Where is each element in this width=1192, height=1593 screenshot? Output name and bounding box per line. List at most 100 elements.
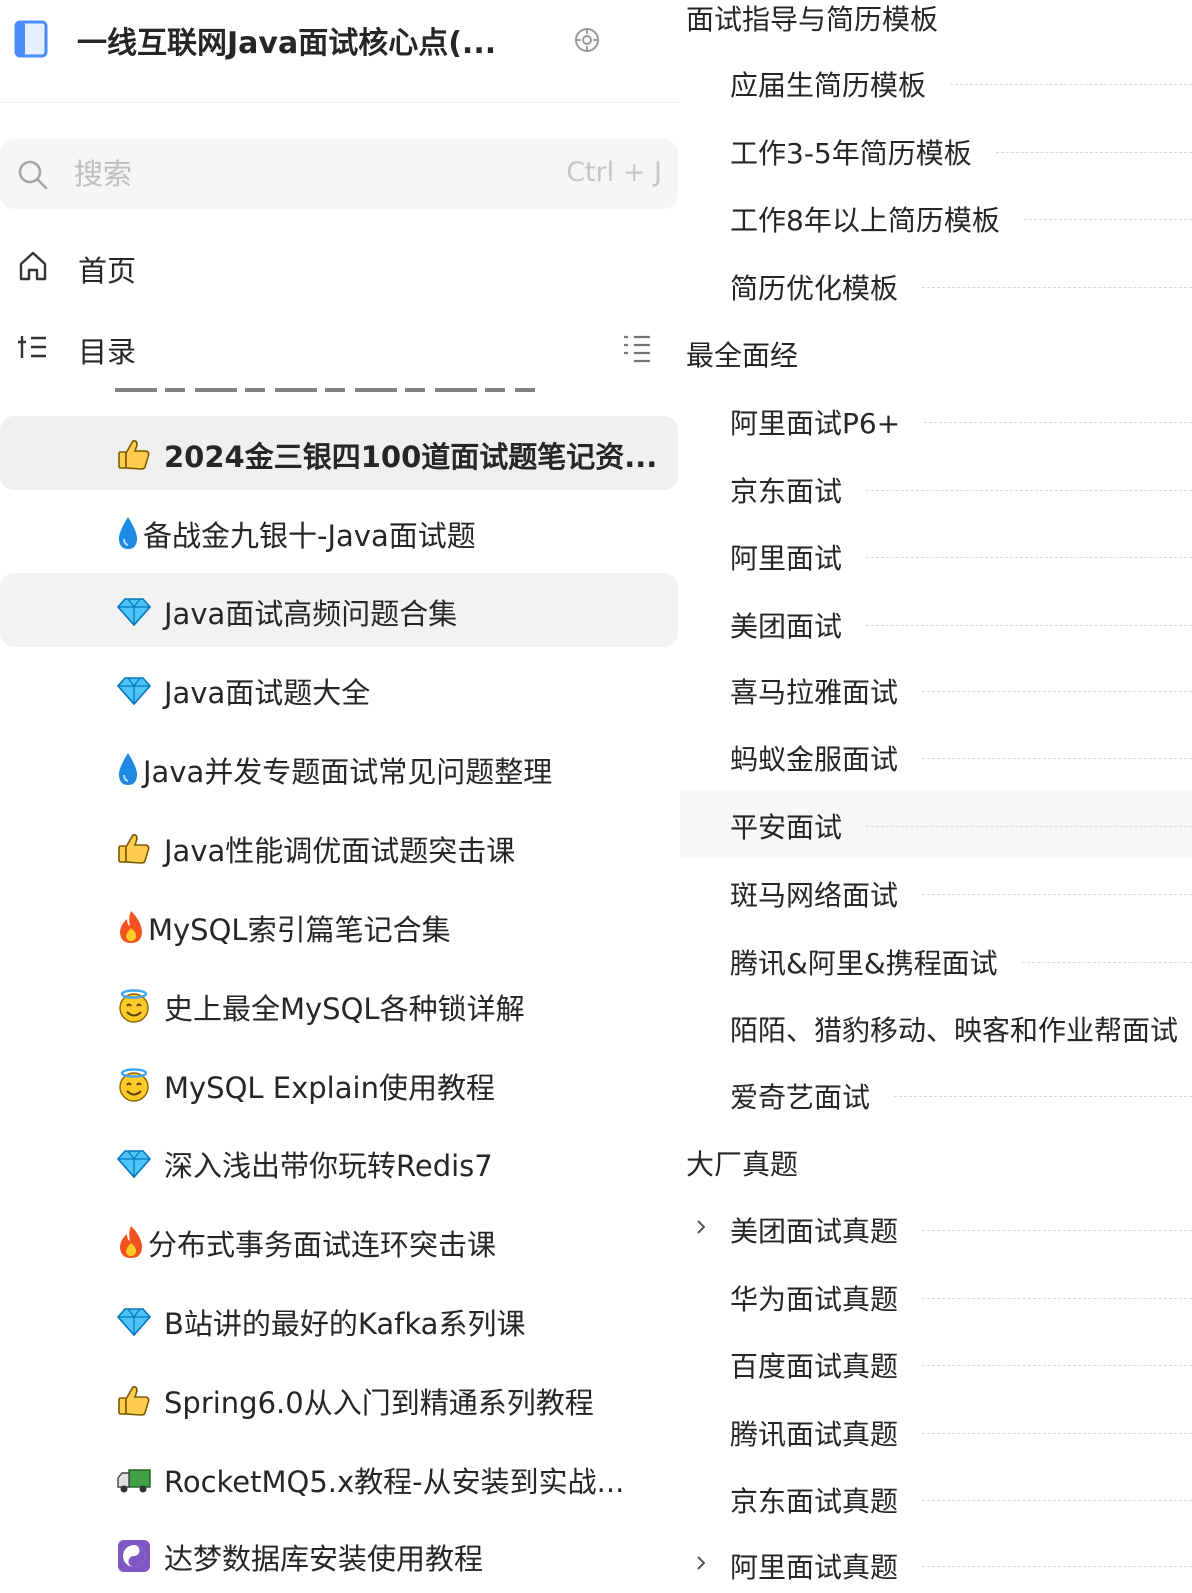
toc-item-label: 平安面试 bbox=[730, 806, 843, 846]
doc-item[interactable]: 分布式事务面试连环突击课 bbox=[0, 1204, 678, 1278]
toc-item[interactable]: 阿里面试真题 bbox=[680, 1530, 1192, 1593]
toc-leader-line bbox=[922, 1298, 1192, 1299]
doc-item[interactable]: MySQL Explain使用教程 bbox=[0, 1047, 678, 1121]
toc-item-label: 爱奇艺面试 bbox=[730, 1081, 871, 1114]
doc-item-label: B站讲的最好的Kafka系列课 bbox=[164, 1307, 526, 1341]
settings-icon[interactable] bbox=[573, 26, 601, 54]
toc-item[interactable]: 应届生简历模板 bbox=[680, 48, 1192, 116]
toc-item[interactable]: 美团面试真题 bbox=[680, 1194, 1192, 1262]
chevron-right-icon[interactable] bbox=[690, 1216, 712, 1238]
nav-home[interactable]: 首页 bbox=[0, 236, 678, 296]
toc-section[interactable]: 面试指导与简历模板 bbox=[680, 0, 1192, 50]
toc-item[interactable]: 京东面试真题 bbox=[680, 1464, 1192, 1532]
thumbs-up-icon bbox=[116, 436, 152, 472]
doc-item[interactable]: Java并发专题面试常见问题整理 bbox=[0, 731, 678, 805]
toc-leader-line bbox=[922, 894, 1192, 895]
toc-item-label: 腾讯&阿里&携程面试 bbox=[730, 947, 998, 980]
toc-leader-line bbox=[894, 1096, 1192, 1097]
toc-item-label: 美团面试真题 bbox=[730, 1215, 899, 1248]
toc-item[interactable]: 蚂蚁金服面试 bbox=[680, 722, 1192, 790]
toc-item[interactable]: 工作8年以上简历模板 bbox=[680, 183, 1192, 251]
diamond-icon bbox=[116, 593, 152, 629]
nav-toc[interactable]: 目录 bbox=[0, 317, 678, 377]
toc-item[interactable]: 平安面试 bbox=[680, 790, 1192, 858]
search-input[interactable] bbox=[74, 151, 514, 197]
toc-leader-line bbox=[866, 557, 1192, 558]
search-bar[interactable]: Ctrl + J bbox=[0, 139, 678, 209]
toc-item[interactable]: 阿里面试 bbox=[680, 521, 1192, 589]
toc-item[interactable]: 阿里面试P6+ bbox=[680, 386, 1192, 454]
search-shortcut-hint: Ctrl + J bbox=[566, 157, 662, 188]
doc-item[interactable]: B站讲的最好的Kafka系列课 bbox=[0, 1283, 678, 1357]
doc-item-label: 备战金九银十-Java面试题 bbox=[143, 519, 476, 553]
doc-item[interactable]: 备战金九银十-Java面试题 bbox=[0, 495, 678, 569]
halo-smile-icon bbox=[116, 988, 152, 1024]
toc-section[interactable]: 大厂真题 bbox=[680, 1127, 1192, 1195]
doc-item[interactable]: 2024金三银四100道面试题笔记资... bbox=[0, 416, 678, 490]
home-icon bbox=[16, 249, 50, 283]
toc-item[interactable]: 百度面试真题 bbox=[680, 1329, 1192, 1397]
chevron-right-icon[interactable] bbox=[690, 1552, 712, 1574]
book-header: 一线互联网Java面试核心点(... bbox=[0, 0, 680, 80]
diamond-icon bbox=[116, 1145, 152, 1181]
toc-outline-toggle-icon[interactable] bbox=[620, 331, 654, 365]
sidebar: 一线互联网Java面试核心点(... Ctrl + J 首页 bbox=[0, 0, 680, 1593]
doc-item[interactable]: Java性能调优面试题突击课 bbox=[0, 810, 678, 884]
toc-item[interactable]: 京东面试 bbox=[680, 454, 1192, 522]
toc-item-label: 喜马拉雅面试 bbox=[730, 676, 899, 709]
toc-item-label: 阿里面试P6+ bbox=[730, 407, 901, 440]
toc-item-label: 华为面试真题 bbox=[730, 1283, 899, 1316]
toc-section-label: 面试指导与简历模板 bbox=[686, 3, 939, 36]
toc-item[interactable]: 喜马拉雅面试 bbox=[680, 655, 1192, 723]
doc-item[interactable]: 史上最全MySQL各种锁详解 bbox=[0, 968, 678, 1042]
doc-item[interactable]: Java面试高频问题合集 bbox=[0, 573, 678, 647]
toc-section[interactable]: 最全面经 bbox=[680, 318, 1192, 386]
doc-item[interactable]: 达梦数据库安装使用教程 bbox=[0, 1518, 678, 1592]
toc-item[interactable]: 简历优化模板 bbox=[680, 251, 1192, 319]
doc-item-label: Java并发专题面试常见问题整理 bbox=[143, 755, 553, 789]
doc-item[interactable]: MySQL索引篇笔记合集 bbox=[0, 889, 678, 963]
doc-item-label: Spring6.0从入门到精通系列教程 bbox=[164, 1386, 594, 1420]
doc-item[interactable]: Java面试题大全 bbox=[0, 652, 678, 726]
toc-item[interactable]: 斑马网络面试 bbox=[680, 858, 1192, 926]
diamond-icon bbox=[116, 1303, 152, 1339]
fire-icon bbox=[116, 909, 146, 945]
doc-item[interactable]: Spring6.0从入门到精通系列教程 bbox=[0, 1362, 678, 1436]
toc-leader-line bbox=[866, 490, 1192, 491]
doc-item-label: 分布式事务面试连环突击课 bbox=[148, 1228, 497, 1262]
halo-smile-icon bbox=[116, 1067, 152, 1103]
toc-leader-line bbox=[922, 1230, 1192, 1231]
doc-item-label: 深入浅出带你玩转Redis7 bbox=[164, 1149, 493, 1183]
book-title[interactable]: 一线互联网Java面试核心点(... bbox=[77, 18, 496, 62]
toc-item[interactable]: 华为面试真题 bbox=[680, 1262, 1192, 1330]
toc-leader-line bbox=[922, 287, 1192, 288]
toc-item-label: 斑马网络面试 bbox=[730, 879, 899, 912]
doc-item[interactable]: RocketMQ5.x教程-从安装到实战... bbox=[0, 1441, 678, 1515]
toc-item[interactable]: 陌陌、猎豹移动、映客和作业帮面试 bbox=[680, 993, 1192, 1061]
nav-home-label: 首页 bbox=[78, 254, 137, 288]
toc-section-label: 大厂真题 bbox=[686, 1148, 799, 1181]
doc-item-label: 史上最全MySQL各种锁详解 bbox=[164, 992, 525, 1026]
toc-item-label: 阿里面试真题 bbox=[730, 1551, 899, 1584]
toc-item[interactable]: 美团面试 bbox=[680, 589, 1192, 657]
book-icon bbox=[14, 20, 48, 58]
toc-item-label: 百度面试真题 bbox=[730, 1350, 899, 1383]
toc-leader-line bbox=[924, 422, 1192, 423]
toc-leader-line bbox=[866, 625, 1192, 626]
toc-item-label: 工作3-5年简历模板 bbox=[730, 137, 972, 170]
toc-leader-line bbox=[922, 1433, 1192, 1434]
toc-item-label: 京东面试 bbox=[730, 475, 843, 508]
truck-icon bbox=[116, 1461, 152, 1497]
doc-item-label: MySQL索引篇笔记合集 bbox=[148, 913, 451, 947]
toc-item[interactable]: 腾讯面试真题 bbox=[680, 1397, 1192, 1465]
toc-item[interactable]: 工作3-5年简历模板 bbox=[680, 116, 1192, 184]
doc-item-label: Java面试高频问题合集 bbox=[164, 597, 458, 631]
toc-list-icon bbox=[16, 330, 50, 364]
scrolled-item-remnant bbox=[115, 388, 535, 392]
toc-item[interactable]: 腾讯&阿里&携程面试 bbox=[680, 926, 1192, 994]
doc-item[interactable]: 深入浅出带你玩转Redis7 bbox=[0, 1125, 678, 1199]
toc-item-label: 美团面试 bbox=[730, 610, 843, 643]
toc-item[interactable]: 爱奇艺面试 bbox=[680, 1060, 1192, 1128]
toc-item-label: 应届生简历模板 bbox=[730, 69, 927, 102]
toc-leader-line bbox=[922, 1566, 1192, 1567]
